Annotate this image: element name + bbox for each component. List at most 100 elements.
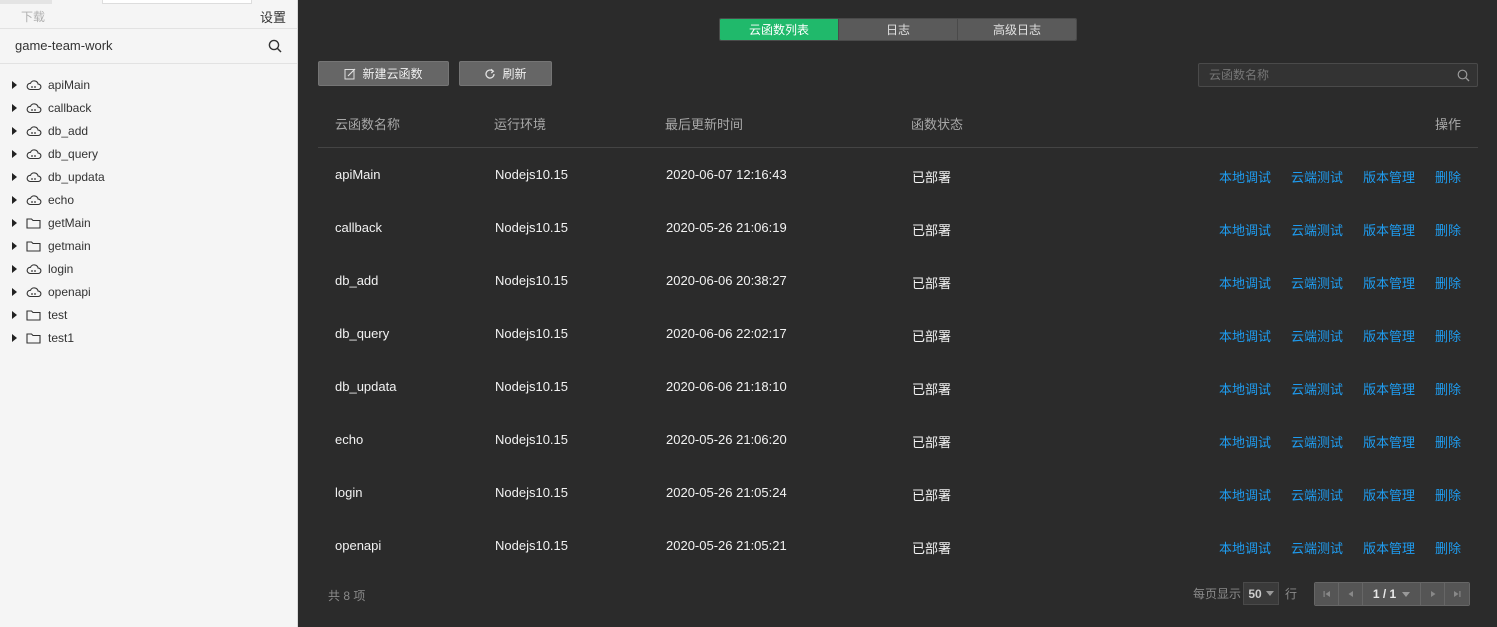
version-management-link[interactable]: 版本管理 xyxy=(1363,485,1415,504)
delete-link[interactable]: 删除 xyxy=(1435,326,1461,345)
delete-link[interactable]: 删除 xyxy=(1435,220,1461,239)
cell-env: Nodejs10.15 xyxy=(495,326,568,341)
local-debug-link[interactable]: 本地调试 xyxy=(1219,326,1271,345)
delete-link[interactable]: 删除 xyxy=(1435,432,1461,451)
version-management-link[interactable]: 版本管理 xyxy=(1363,220,1415,239)
version-management-link[interactable]: 版本管理 xyxy=(1363,167,1415,186)
tree-item[interactable]: db_add xyxy=(0,119,297,142)
per-page-select[interactable]: 50 xyxy=(1243,582,1280,605)
expand-caret-icon[interactable] xyxy=(12,310,17,319)
expand-caret-icon[interactable] xyxy=(12,172,17,181)
tab-function-list[interactable]: 云函数列表 xyxy=(720,19,839,40)
tab-advanced-logs[interactable]: 高级日志 xyxy=(958,19,1076,40)
expand-caret-icon[interactable] xyxy=(12,149,17,158)
first-page-button[interactable] xyxy=(1315,583,1339,605)
function-search-input[interactable] xyxy=(1199,64,1477,86)
download-link[interactable]: 下载 xyxy=(21,8,45,25)
table-row: echo Nodejs10.15 2020-05-26 21:06:20 已部署 本地调… xyxy=(318,413,1478,466)
cloud-icon xyxy=(26,147,42,161)
tree-item-label: callback xyxy=(48,100,92,115)
expand-caret-icon[interactable] xyxy=(12,80,17,89)
cloud-test-link[interactable]: 云端测试 xyxy=(1291,379,1343,398)
folder-icon xyxy=(26,331,42,345)
local-debug-link[interactable]: 本地调试 xyxy=(1219,220,1271,239)
expand-caret-icon[interactable] xyxy=(12,126,17,135)
cloud-test-link[interactable]: 云端测试 xyxy=(1291,167,1343,186)
local-debug-link[interactable]: 本地调试 xyxy=(1219,379,1271,398)
cloud-icon xyxy=(26,124,42,138)
cell-name: apiMain xyxy=(335,167,381,182)
tree-item[interactable]: login xyxy=(0,257,297,280)
cloud-test-link[interactable]: 云端测试 xyxy=(1291,485,1343,504)
expand-caret-icon[interactable] xyxy=(12,264,17,273)
last-page-button[interactable] xyxy=(1445,583,1469,605)
expand-caret-icon[interactable] xyxy=(12,287,17,296)
tab-logs[interactable]: 日志 xyxy=(839,19,958,40)
tree-item[interactable]: db_updata xyxy=(0,165,297,188)
cloud-test-link[interactable]: 云端测试 xyxy=(1291,220,1343,239)
page-select[interactable]: 1 / 1 xyxy=(1363,583,1421,605)
new-cloud-function-button[interactable]: 新建云函数 xyxy=(318,61,449,86)
first-page-icon xyxy=(1323,591,1330,597)
tree-item-label: echo xyxy=(48,192,75,207)
tree-item[interactable]: openapi xyxy=(0,280,297,303)
row-actions: 本地调试 云端测试 版本管理 删除 xyxy=(1219,167,1461,186)
expand-caret-icon[interactable] xyxy=(12,103,17,112)
cloud-test-link[interactable]: 云端测试 xyxy=(1291,538,1343,557)
cloud-test-link[interactable]: 云端测试 xyxy=(1291,326,1343,345)
total-count: 共 8 项 xyxy=(328,589,366,603)
delete-link[interactable]: 删除 xyxy=(1435,485,1461,504)
tree-item[interactable]: test xyxy=(0,303,297,326)
cloud-test-link[interactable]: 云端测试 xyxy=(1291,432,1343,451)
delete-link[interactable]: 删除 xyxy=(1435,538,1461,557)
version-management-link[interactable]: 版本管理 xyxy=(1363,379,1415,398)
local-debug-link[interactable]: 本地调试 xyxy=(1219,538,1271,557)
expand-caret-icon[interactable] xyxy=(12,195,17,204)
last-page-icon xyxy=(1454,591,1461,597)
settings-link[interactable]: 设置 xyxy=(260,7,286,26)
folder-icon xyxy=(26,216,42,230)
delete-link[interactable]: 删除 xyxy=(1435,273,1461,292)
local-debug-link[interactable]: 本地调试 xyxy=(1219,273,1271,292)
tree-item[interactable]: getmain xyxy=(0,234,297,257)
cloud-test-link[interactable]: 云端测试 xyxy=(1291,273,1343,292)
version-management-link[interactable]: 版本管理 xyxy=(1363,273,1415,292)
cloud-icon xyxy=(26,193,42,207)
expand-caret-icon[interactable] xyxy=(12,241,17,250)
row-actions: 本地调试 云端测试 版本管理 删除 xyxy=(1219,220,1461,239)
version-management-link[interactable]: 版本管理 xyxy=(1363,432,1415,451)
expand-caret-icon[interactable] xyxy=(12,333,17,342)
local-debug-link[interactable]: 本地调试 xyxy=(1219,432,1271,451)
tree-item[interactable]: callback xyxy=(0,96,297,119)
tree-item[interactable]: getMain xyxy=(0,211,297,234)
edit-icon xyxy=(344,68,356,79)
function-tree: apiMain callback db_add db_query db_updataec… xyxy=(0,64,297,349)
version-management-link[interactable]: 版本管理 xyxy=(1363,326,1415,345)
search-icon[interactable] xyxy=(1457,69,1470,82)
refresh-button[interactable]: 刷新 xyxy=(459,61,552,86)
tree-item[interactable]: apiMain xyxy=(0,73,297,96)
chevron-down-icon xyxy=(1402,591,1411,597)
tree-item-label: test1 xyxy=(48,330,75,345)
table-row: db_updata Nodejs10.15 2020-06-06 21:18:10 已… xyxy=(318,360,1478,413)
page-indicator: 1 / 1 xyxy=(1372,587,1397,601)
project-header: game-team-work xyxy=(0,29,297,64)
pagination: 1 / 1 xyxy=(1314,582,1470,606)
tree-item[interactable]: db_query xyxy=(0,142,297,165)
delete-link[interactable]: 删除 xyxy=(1435,379,1461,398)
table-row: db_add Nodejs10.15 2020-06-06 20:38:27 已部署 本… xyxy=(318,254,1478,307)
search-icon[interactable] xyxy=(268,39,282,53)
local-debug-link[interactable]: 本地调试 xyxy=(1219,167,1271,186)
refresh-label: 刷新 xyxy=(502,67,527,81)
version-management-link[interactable]: 版本管理 xyxy=(1363,538,1415,557)
tree-item[interactable]: echo xyxy=(0,188,297,211)
tree-item[interactable]: test1 xyxy=(0,326,297,349)
delete-link[interactable]: 删除 xyxy=(1435,167,1461,186)
local-debug-link[interactable]: 本地调试 xyxy=(1219,485,1271,504)
sidebar-tab-strip xyxy=(102,0,252,4)
prev-page-button[interactable] xyxy=(1339,583,1363,605)
folder-icon xyxy=(26,308,42,322)
expand-caret-icon[interactable] xyxy=(12,218,17,227)
next-page-button[interactable] xyxy=(1421,583,1445,605)
cell-env: Nodejs10.15 xyxy=(495,432,568,447)
